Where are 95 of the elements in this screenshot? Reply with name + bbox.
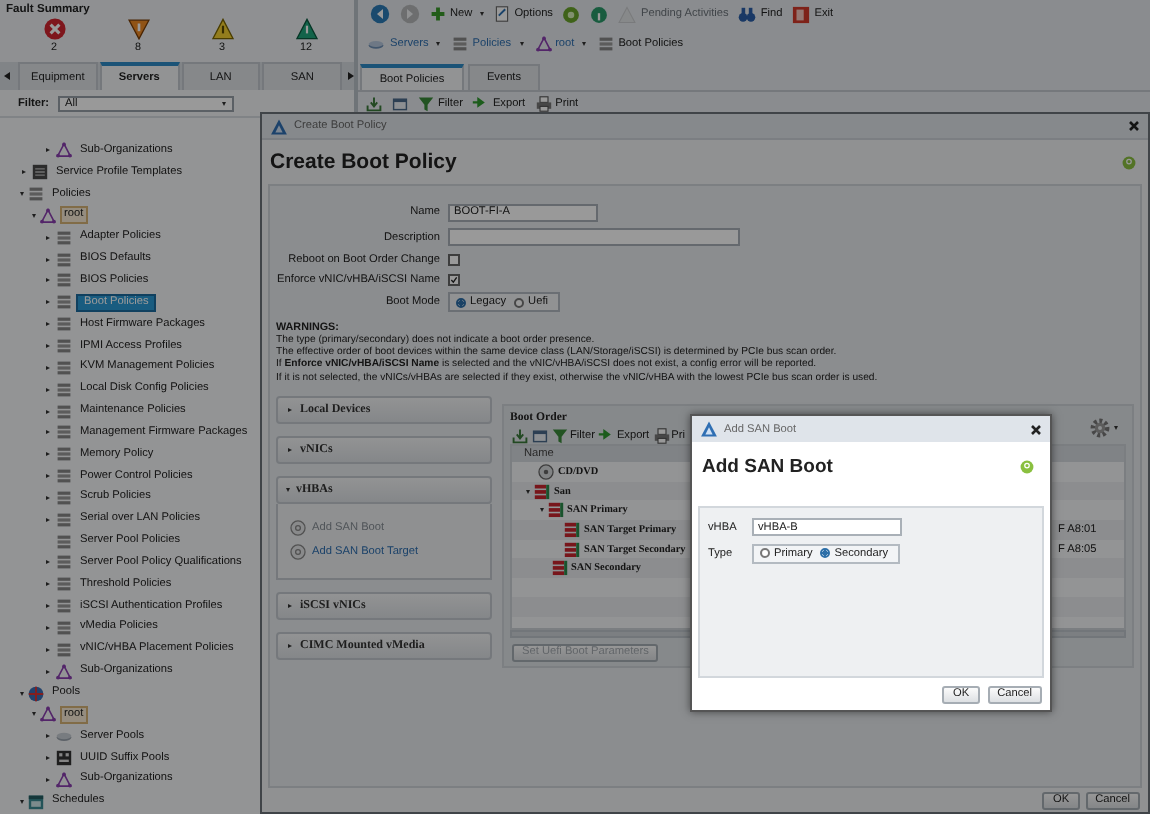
caret-icon[interactable] — [22, 170, 26, 175]
caret-icon[interactable] — [46, 300, 50, 305]
back-icon[interactable] — [370, 4, 390, 24]
stack-icon — [56, 511, 72, 528]
caret-icon[interactable] — [46, 257, 50, 262]
caret-icon[interactable] — [46, 365, 50, 370]
caret-icon[interactable] — [46, 734, 50, 739]
caret-icon[interactable] — [46, 625, 50, 630]
stack-icon — [56, 576, 72, 593]
stack-icon — [598, 36, 615, 52]
caret-icon[interactable] — [46, 756, 50, 761]
dialog-icon — [270, 117, 288, 135]
radio-button[interactable] — [760, 548, 770, 558]
stack-icon — [56, 468, 72, 485]
download-icon[interactable] — [366, 95, 382, 111]
dialog-icon — [700, 420, 718, 438]
stack-icon — [56, 533, 72, 550]
stack-icon — [452, 36, 469, 52]
document-icon — [494, 6, 511, 22]
arrow-icon — [598, 427, 615, 444]
stack-icon — [56, 424, 72, 441]
stack-icon — [56, 489, 72, 506]
caret-icon[interactable] — [46, 409, 50, 414]
stack-icon — [56, 316, 72, 333]
dialog-heading: Add SAN Boot — [702, 456, 833, 478]
org-icon — [56, 771, 72, 788]
checkbox[interactable] — [448, 274, 460, 286]
close-icon[interactable] — [1030, 423, 1042, 435]
stack-icon — [56, 338, 72, 355]
binoculars-icon — [738, 5, 757, 23]
down-triangle-icon — [127, 18, 149, 40]
stack-icon — [56, 403, 72, 420]
stack-icon — [56, 294, 72, 311]
stack-icon — [56, 554, 72, 571]
caret-icon[interactable] — [46, 344, 50, 349]
stack-icon — [56, 446, 72, 463]
template-icon — [32, 164, 48, 181]
stack-icon — [56, 381, 72, 398]
caret-icon[interactable] — [46, 669, 50, 674]
dialog-heading: Create Boot Policy — [270, 150, 457, 174]
org-icon — [535, 36, 552, 52]
info-icon[interactable] — [590, 5, 609, 23]
caret-icon[interactable] — [46, 430, 50, 435]
org-icon — [56, 142, 72, 159]
stack-icon — [56, 229, 72, 246]
caret-icon[interactable] — [46, 452, 50, 457]
radio-button[interactable] — [456, 297, 466, 308]
caret-icon[interactable] — [46, 517, 50, 522]
caret-icon[interactable] — [46, 560, 50, 565]
stack-icon — [28, 186, 44, 203]
caret-icon[interactable] — [46, 582, 50, 587]
window-icon[interactable] — [532, 427, 548, 444]
org-icon — [40, 706, 56, 723]
warning-triangle-icon — [295, 18, 317, 40]
caret-icon[interactable] — [46, 235, 50, 240]
caret-icon[interactable] — [46, 604, 50, 609]
disc-icon — [290, 519, 306, 536]
scroll-left-icon[interactable] — [4, 72, 10, 80]
disc-icon — [290, 543, 306, 560]
close-icon[interactable] — [1128, 120, 1140, 132]
caret-icon[interactable] — [46, 387, 50, 392]
download-icon[interactable] — [512, 427, 528, 444]
scroll-right-icon[interactable] — [348, 72, 354, 80]
caret-icon[interactable] — [46, 278, 50, 283]
stack-icon — [56, 598, 72, 615]
chip-icon — [56, 750, 72, 767]
globe-icon — [28, 685, 44, 702]
stack-icon — [56, 619, 72, 636]
caret-icon[interactable] — [46, 777, 50, 782]
stack-icon — [56, 272, 72, 289]
caret-icon[interactable] — [46, 647, 50, 652]
warning-triangle-icon — [211, 18, 233, 40]
radio-button[interactable] — [820, 548, 831, 558]
radio-button[interactable] — [514, 297, 525, 308]
checkbox[interactable] — [448, 254, 460, 266]
arrow-icon — [472, 95, 489, 111]
description-field[interactable] — [448, 228, 740, 247]
caret-icon[interactable] — [46, 495, 50, 500]
org-icon — [40, 207, 56, 224]
plus-icon — [430, 6, 446, 22]
settings-icon[interactable] — [1090, 418, 1118, 439]
server-icon — [366, 36, 386, 52]
stack-icon — [56, 251, 72, 268]
stack-icon — [56, 641, 72, 658]
calendar-icon — [28, 793, 44, 810]
caret-icon[interactable] — [46, 474, 50, 479]
caret-icon[interactable] — [46, 322, 50, 327]
window-icon[interactable] — [392, 95, 408, 111]
disk-icon — [56, 728, 72, 745]
caret-icon[interactable] — [46, 148, 50, 153]
org-icon — [56, 663, 72, 680]
x-circle-icon — [43, 18, 65, 40]
door-icon — [792, 5, 811, 23]
stack-icon — [56, 359, 72, 376]
filter-icon — [552, 427, 568, 444]
